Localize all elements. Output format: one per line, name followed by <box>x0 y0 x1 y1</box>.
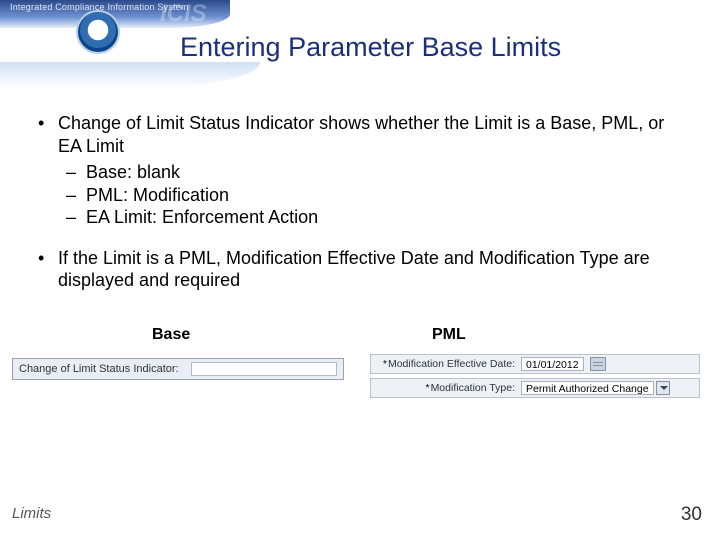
body-content: Change of Limit Status Indicator shows w… <box>30 112 690 310</box>
header-swoosh <box>0 62 260 88</box>
bullet-1: Change of Limit Status Indicator shows w… <box>30 112 690 229</box>
page-number: 30 <box>681 504 702 526</box>
epa-logo-icon <box>78 12 118 52</box>
pml-type-label: Modification Type: <box>371 382 521 394</box>
subbullet-1-2: PML: Modification <box>58 184 690 207</box>
footer-left: Limits <box>12 505 51 522</box>
header-ghost-text: ICIS <box>160 0 207 28</box>
base-panel: Change of Limit Status Indicator: <box>12 358 344 380</box>
bullet-1-text: Change of Limit Status Indicator shows w… <box>58 113 664 156</box>
base-field-label: Change of Limit Status Indicator: <box>13 363 185 375</box>
column-label-pml: PML <box>432 326 466 344</box>
base-field-value <box>191 362 337 376</box>
pml-type-value: Permit Authorized Change <box>521 381 654 395</box>
bullet-2-text: If the Limit is a PML, Modification Effe… <box>58 248 650 291</box>
pml-date-label: Modification Effective Date: <box>371 358 521 370</box>
bullet-2: If the Limit is a PML, Modification Effe… <box>30 247 690 292</box>
slide-title: Entering Parameter Base Limits <box>180 32 700 63</box>
pml-row-type: Modification Type: Permit Authorized Cha… <box>370 378 700 398</box>
pml-panel: Modification Effective Date: 01/01/2012 … <box>370 354 700 402</box>
chevron-down-icon <box>656 381 670 395</box>
pml-row-date: Modification Effective Date: 01/01/2012 <box>370 354 700 374</box>
subbullet-1-3: EA Limit: Enforcement Action <box>58 206 690 229</box>
subbullet-1-1: Base: blank <box>58 161 690 184</box>
pml-date-value: 01/01/2012 <box>521 357 584 371</box>
calendar-icon <box>590 357 606 371</box>
column-label-base: Base <box>152 326 190 344</box>
slide: Integrated Compliance Information System… <box>0 0 720 540</box>
